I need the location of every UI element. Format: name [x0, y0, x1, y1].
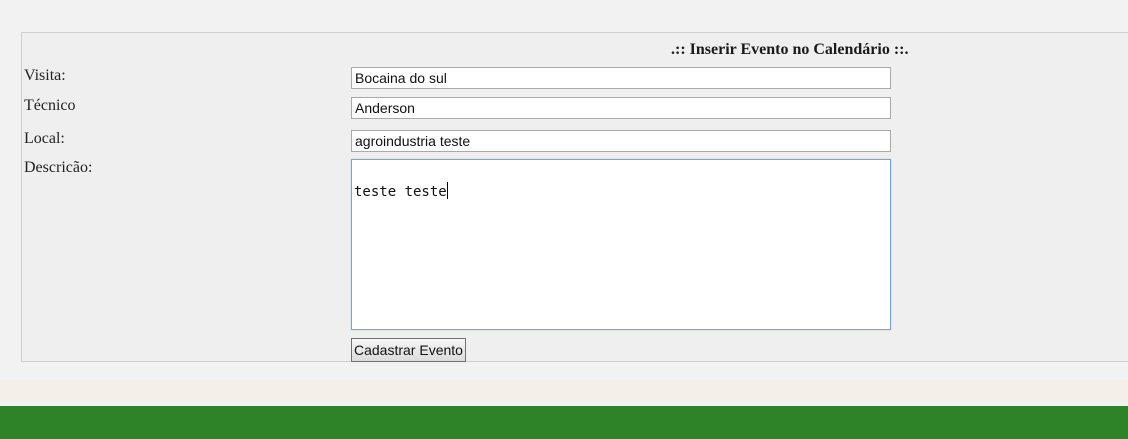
- visita-label: Visita:: [24, 67, 66, 84]
- cadastrar-evento-button[interactable]: Cadastrar Evento: [351, 338, 466, 362]
- local-label: Local:: [24, 130, 65, 147]
- visita-input[interactable]: [351, 67, 891, 89]
- descricao-text: teste teste: [354, 184, 447, 200]
- form-title: .:: Inserir Evento no Calendário ::.: [671, 41, 909, 58]
- descricao-label: Descricão:: [24, 159, 93, 176]
- event-form-panel: .:: Inserir Evento no Calendário ::. Vis…: [21, 32, 1128, 362]
- footer-bar: [0, 406, 1128, 439]
- descricao-textarea[interactable]: teste teste: [351, 159, 891, 330]
- text-caret: [446, 182, 448, 199]
- tecnico-input[interactable]: [351, 97, 891, 119]
- tecnico-label: Técnico: [24, 97, 76, 114]
- local-input[interactable]: [351, 130, 891, 152]
